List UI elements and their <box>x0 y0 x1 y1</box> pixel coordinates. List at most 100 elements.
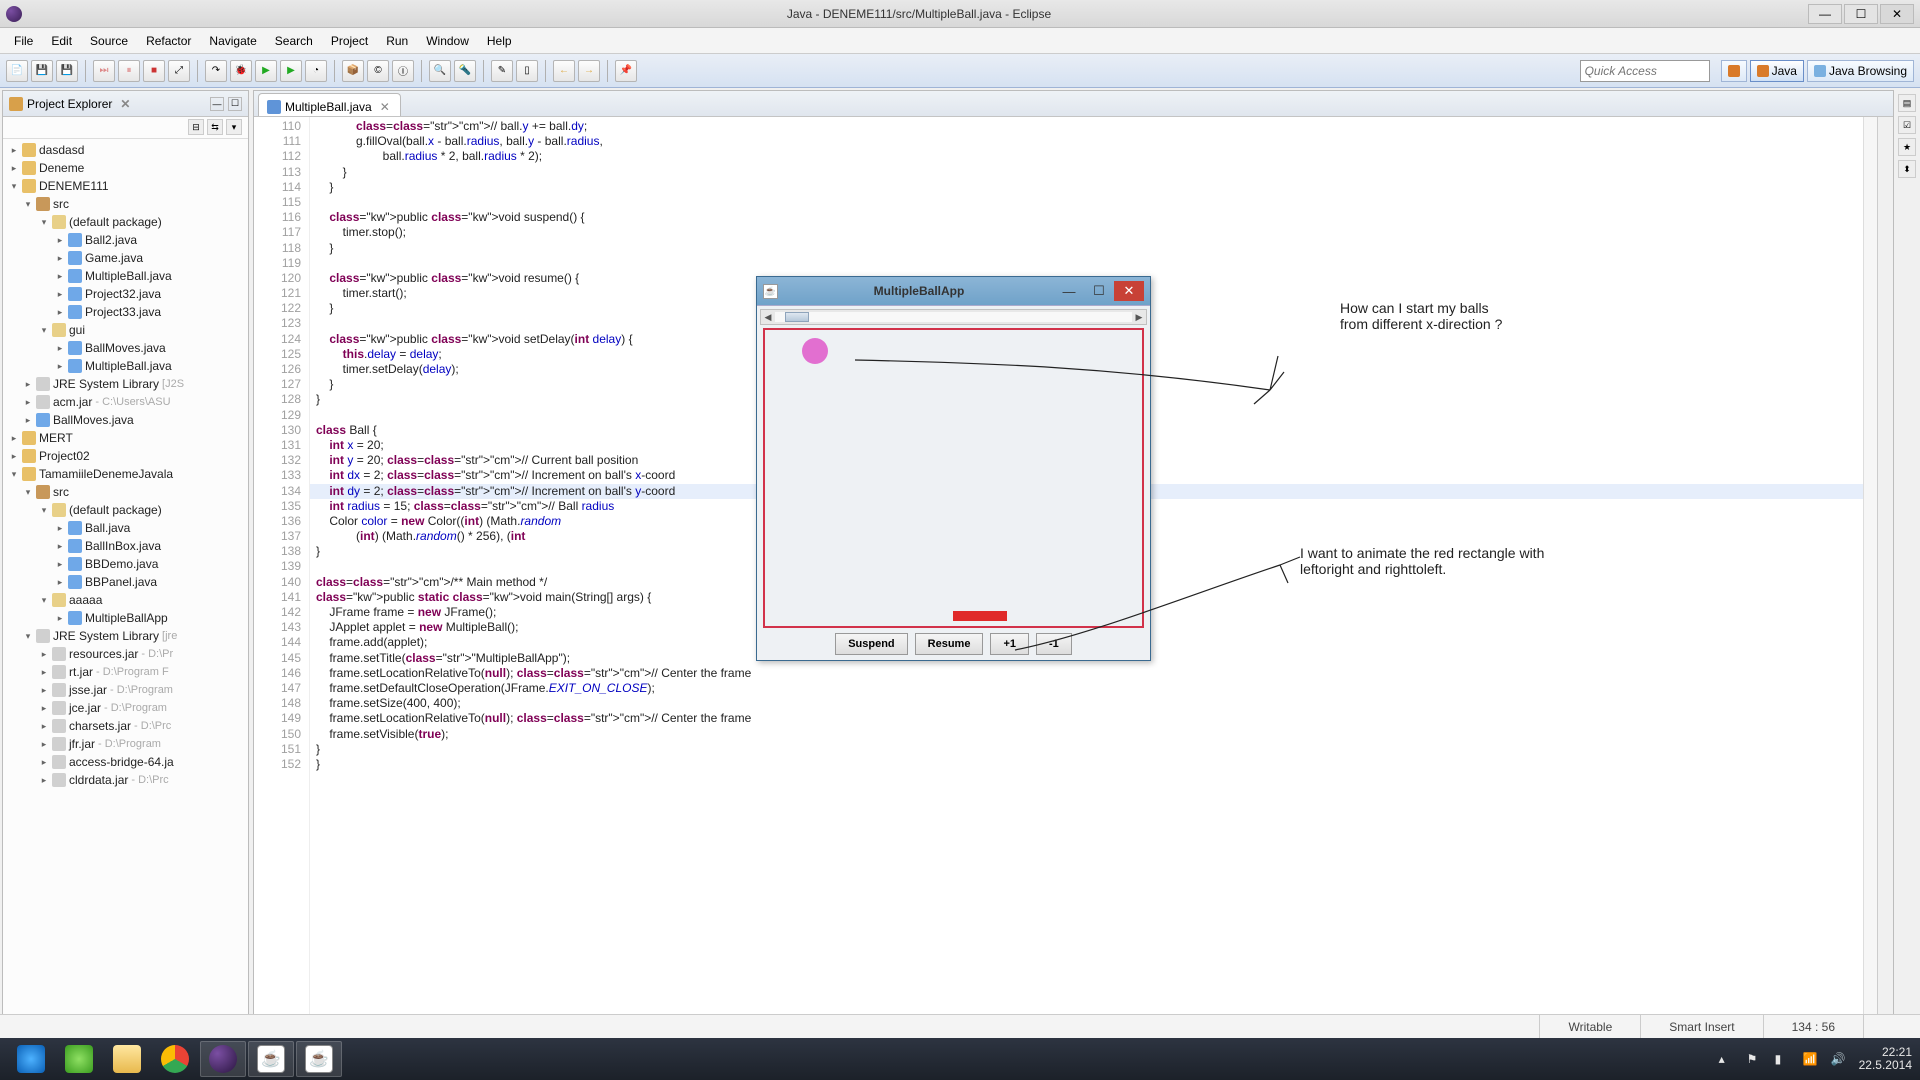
menu-help[interactable]: Help <box>479 31 520 51</box>
minimize-button[interactable]: — <box>1808 4 1842 24</box>
tree-node[interactable]: ▸JRE System Library [J2S <box>5 375 248 393</box>
tray-network-icon[interactable]: 📶 <box>1803 1052 1817 1066</box>
editor-tab[interactable]: MultipleBall.java ✕ <box>258 93 401 116</box>
windows-taskbar[interactable]: ☕ ☕ ▴ ⚑ ▮ 📶 🔊 22:21 22.5.2014 <box>0 1038 1920 1080</box>
editor-tab-close[interactable]: ✕ <box>380 100 390 114</box>
taskbar-java1[interactable]: ☕ <box>248 1041 294 1077</box>
taskbar-java2[interactable]: ☕ <box>296 1041 342 1077</box>
hierarchy-button[interactable]: ⬍ <box>1898 160 1916 178</box>
tree-node[interactable]: ▾TamamiileDenemeJavala <box>5 465 248 483</box>
run-last-button[interactable]: ▶ <box>280 60 302 82</box>
tree-node[interactable]: ▸MultipleBallApp <box>5 609 248 627</box>
overview-ruler[interactable] <box>1863 117 1877 1019</box>
tree-node[interactable]: ▸Ball.java <box>5 519 248 537</box>
bookmark-button[interactable]: ★ <box>1898 138 1916 156</box>
menu-window[interactable]: Window <box>418 31 477 51</box>
tree-node[interactable]: ▾(default package) <box>5 213 248 231</box>
toggle-mark-button[interactable]: ✎ <box>491 60 513 82</box>
panel-minimize[interactable]: — <box>210 97 224 111</box>
tree-node[interactable]: ▾JRE System Library [jre <box>5 627 248 645</box>
maximize-button[interactable]: ☐ <box>1844 4 1878 24</box>
tree-node[interactable]: ▸BBPanel.java <box>5 573 248 591</box>
open-perspective-button[interactable] <box>1721 60 1747 82</box>
tree-node[interactable]: ▸Game.java <box>5 249 248 267</box>
tree-node[interactable]: ▸MERT <box>5 429 248 447</box>
pin-button[interactable]: 📌 <box>615 60 637 82</box>
tree-node[interactable]: ▸BallMoves.java <box>5 411 248 429</box>
tree-node[interactable]: ▾src <box>5 195 248 213</box>
annotation-button[interactable]: ▯ <box>516 60 538 82</box>
save-all-button[interactable]: 💾 <box>56 60 78 82</box>
collapse-all-button[interactable]: ⊟ <box>188 119 204 135</box>
tree-node[interactable]: ▸Ball2.java <box>5 231 248 249</box>
tree-node[interactable]: ▸Deneme <box>5 159 248 177</box>
open-type-button[interactable]: 🔍 <box>429 60 451 82</box>
taskbar-ie[interactable] <box>8 1041 54 1077</box>
debug-skip-button[interactable]: ⏭ <box>93 60 115 82</box>
menu-navigate[interactable]: Navigate <box>201 31 264 51</box>
view-menu-button[interactable]: ▾ <box>226 119 242 135</box>
tree-node[interactable]: ▸Project33.java <box>5 303 248 321</box>
taskbar-chrome[interactable] <box>152 1041 198 1077</box>
applet-suspend-button[interactable]: Suspend <box>835 633 907 655</box>
menu-edit[interactable]: Edit <box>43 31 80 51</box>
debug-button[interactable]: 🐞 <box>230 60 252 82</box>
applet-1-button[interactable]: +1 <box>990 633 1029 655</box>
panel-maximize[interactable]: ☐ <box>228 97 242 111</box>
tree-node[interactable]: ▾DENEME111 <box>5 177 248 195</box>
link-editor-button[interactable]: ⇆ <box>207 119 223 135</box>
taskbar-utorrent[interactable] <box>56 1041 102 1077</box>
tray-volume-icon[interactable]: 🔊 <box>1831 1052 1845 1066</box>
menu-source[interactable]: Source <box>82 31 136 51</box>
tree-node[interactable]: ▸rt.jar - D:\Program F <box>5 663 248 681</box>
tree-node[interactable]: ▸resources.jar - D:\Pr <box>5 645 248 663</box>
new-package-button[interactable]: 📦 <box>342 60 364 82</box>
perspective-java[interactable]: Java <box>1750 60 1804 82</box>
tree-node[interactable]: ▸cldrdata.jar - D:\Prc <box>5 771 248 789</box>
menu-run[interactable]: Run <box>378 31 416 51</box>
slider-right-arrow[interactable]: ▶ <box>1132 312 1146 323</box>
applet-1-button[interactable]: -1 <box>1036 633 1072 655</box>
new-class-button[interactable]: © <box>367 60 389 82</box>
forward-button[interactable]: → <box>578 60 600 82</box>
menu-refactor[interactable]: Refactor <box>138 31 199 51</box>
debug-stop-button[interactable]: ■ <box>143 60 165 82</box>
step-button[interactable]: ↷ <box>205 60 227 82</box>
tree-node[interactable]: ▾src <box>5 483 248 501</box>
slider-left-arrow[interactable]: ◀ <box>761 312 775 323</box>
applet-maximize[interactable]: ☐ <box>1084 281 1114 301</box>
task-list-button[interactable]: ☑ <box>1898 116 1916 134</box>
outline-view-button[interactable]: ▤ <box>1898 94 1916 112</box>
menu-file[interactable]: File <box>6 31 41 51</box>
quick-access-input[interactable] <box>1580 60 1710 82</box>
taskbar-clock[interactable]: 22:21 22.5.2014 <box>1859 1046 1912 1072</box>
close-button[interactable]: ✕ <box>1880 4 1914 24</box>
coverage-button[interactable]: ◔ <box>305 60 327 82</box>
tree-node[interactable]: ▾gui <box>5 321 248 339</box>
project-explorer-close[interactable]: ✕ <box>120 97 130 111</box>
save-button[interactable]: 💾 <box>31 60 53 82</box>
applet-slider[interactable]: ◀ ▶ <box>760 309 1147 325</box>
new-interface-button[interactable]: Ⓘ <box>392 60 414 82</box>
tree-node[interactable]: ▸BallInBox.java <box>5 537 248 555</box>
menu-project[interactable]: Project <box>323 31 376 51</box>
tree-node[interactable]: ▸MultipleBall.java <box>5 267 248 285</box>
tree-node[interactable]: ▸Project32.java <box>5 285 248 303</box>
debug-disconnect-button[interactable]: ⤢ <box>168 60 190 82</box>
tree-node[interactable]: ▸jfr.jar - D:\Program <box>5 735 248 753</box>
slider-thumb[interactable] <box>785 312 809 322</box>
menu-search[interactable]: Search <box>267 31 321 51</box>
applet-minimize[interactable]: — <box>1054 281 1084 301</box>
tree-node[interactable]: ▸charsets.jar - D:\Prc <box>5 717 248 735</box>
tree-node[interactable]: ▸BBDemo.java <box>5 555 248 573</box>
applet-close[interactable]: ✕ <box>1114 281 1144 301</box>
applet-titlebar[interactable]: ☕ MultipleBallApp — ☐ ✕ <box>757 277 1150 305</box>
perspective-java-browsing[interactable]: Java Browsing <box>1807 60 1914 82</box>
applet-resume-button[interactable]: Resume <box>915 633 984 655</box>
tree-node[interactable]: ▾aaaaa <box>5 591 248 609</box>
tree-node[interactable]: ▸dasdasd <box>5 141 248 159</box>
taskbar-eclipse[interactable] <box>200 1041 246 1077</box>
tree-node[interactable]: ▸BallMoves.java <box>5 339 248 357</box>
tray-flag-icon[interactable]: ⚑ <box>1747 1052 1761 1066</box>
tree-node[interactable]: ▸jsse.jar - D:\Program <box>5 681 248 699</box>
